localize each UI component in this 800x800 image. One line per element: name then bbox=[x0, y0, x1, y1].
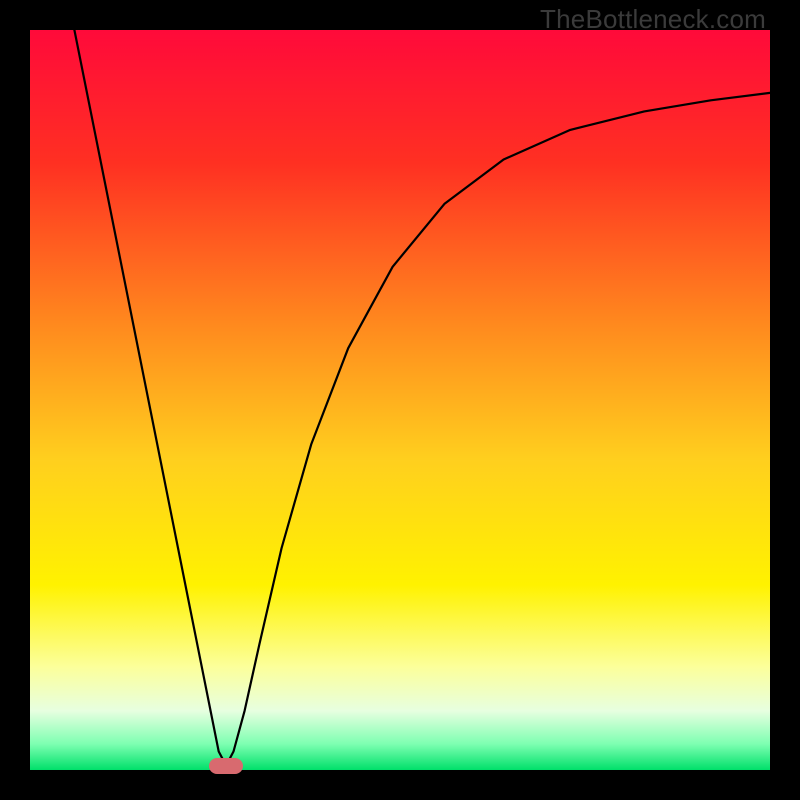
optimal-marker bbox=[209, 758, 243, 774]
chart-frame bbox=[30, 30, 770, 770]
chart-curve bbox=[30, 30, 770, 770]
